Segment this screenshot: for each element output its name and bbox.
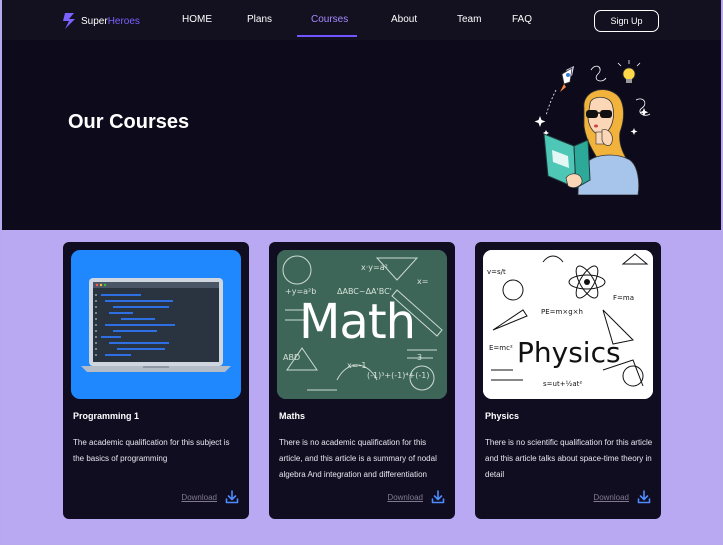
laptop-code-icon xyxy=(81,278,231,372)
girl-reading-illustration xyxy=(534,60,651,195)
svg-text:PE=m×g×h: PE=m×g×h xyxy=(541,308,583,316)
svg-text:E=mc²: E=mc² xyxy=(489,344,513,352)
download-icon[interactable] xyxy=(637,490,651,504)
active-nav-indicator xyxy=(297,35,357,37)
logo-text: SuperHeroes xyxy=(81,15,140,27)
download-label[interactable]: Download xyxy=(387,493,423,502)
svg-text:v=s/t: v=s/t xyxy=(487,268,506,276)
physics-doodle-icon: PE=m×g×h v=s/t s=ut+½at² F=ma E=mc² xyxy=(483,250,653,399)
download-link[interactable]: Download xyxy=(181,489,239,505)
download-label[interactable]: Download xyxy=(593,493,629,502)
nav-link-home[interactable]: HOME xyxy=(182,14,212,25)
course-description: The academic qualification for this subj… xyxy=(73,438,230,463)
svg-text:s=ut+½at²: s=ut+½at² xyxy=(543,380,582,388)
nav-link-plans[interactable]: Plans xyxy=(247,14,272,25)
course-image-physics: PE=m×g×h v=s/t s=ut+½at² F=ma E=mc² Phys… xyxy=(483,250,653,399)
course-title: Programming 1 xyxy=(73,411,140,421)
course-image-maths: x·y=a² +y=a²b ΔABC~ΔA'BC' x= x=-1 (-1)³+… xyxy=(277,250,447,399)
brand-logo[interactable]: SuperHeroes xyxy=(62,12,140,30)
download-link[interactable]: Download xyxy=(593,489,651,505)
course-title: Maths xyxy=(279,411,306,421)
logo-icon xyxy=(63,13,75,29)
maths-chalk-text: Math xyxy=(299,294,416,350)
nav-link-courses[interactable]: Courses xyxy=(311,14,348,25)
rocket-icon xyxy=(545,66,574,117)
svg-text:3: 3 xyxy=(417,353,422,362)
nav-link-about[interactable]: About xyxy=(391,14,417,25)
page-frame: SuperHeroes HOME Plans Courses About Tea… xyxy=(0,0,723,545)
course-card-programming: Programming 1 The academic qualification… xyxy=(63,242,249,519)
top-navbar: SuperHeroes HOME Plans Courses About Tea… xyxy=(2,0,721,40)
course-image-programming xyxy=(71,250,241,399)
svg-text:(-1)³+(-1)⁴+(-1): (-1)³+(-1)⁴+(-1) xyxy=(367,371,429,380)
download-label[interactable]: Download xyxy=(181,493,217,502)
nav-link-faq[interactable]: FAQ xyxy=(512,14,532,25)
svg-text:x·y=a²: x·y=a² xyxy=(361,263,388,272)
svg-text:x=: x= xyxy=(417,277,428,286)
physics-doodle-text: Physics xyxy=(517,336,621,369)
download-icon[interactable] xyxy=(225,490,239,504)
page-title: Our Courses xyxy=(68,111,190,133)
course-card-maths: x·y=a² +y=a²b ΔABC~ΔA'BC' x= x=-1 (-1)³+… xyxy=(269,242,455,519)
svg-text:x=-1: x=-1 xyxy=(347,361,366,370)
sign-up-button[interactable]: Sign Up xyxy=(594,10,659,32)
lightbulb-icon xyxy=(617,60,641,83)
svg-text:ABD: ABD xyxy=(283,353,300,362)
svg-text:F=ma: F=ma xyxy=(613,294,634,302)
nav-link-team[interactable]: Team xyxy=(457,14,481,25)
course-description: There is no academic qualification for t… xyxy=(279,438,437,479)
download-icon[interactable] xyxy=(431,490,445,504)
course-card-physics: PE=m×g×h v=s/t s=ut+½at² F=ma E=mc² Phys… xyxy=(475,242,661,519)
download-link[interactable]: Download xyxy=(387,489,445,505)
course-description: There is no scientific qualification for… xyxy=(485,438,653,479)
course-title: Physics xyxy=(485,411,520,421)
